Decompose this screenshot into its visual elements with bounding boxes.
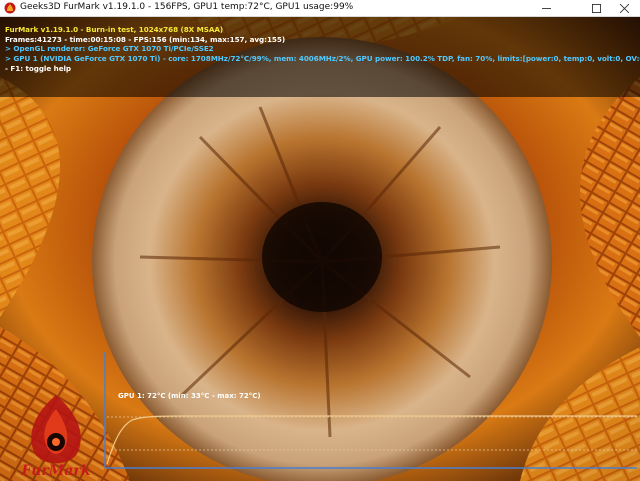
hud-frames-line: Frames:41273 - time:00:15:08 - FPS:156 (…	[5, 35, 286, 44]
svg-text:FurMark: FurMark	[21, 463, 91, 479]
maximize-icon	[591, 4, 601, 13]
window-title: Geeks3D FurMark v1.19.1.0 - 156FPS, GPU1…	[20, 2, 354, 12]
temperature-graph	[104, 352, 637, 469]
furmark-app-icon	[4, 2, 16, 14]
hud-help-line: - F1: toggle help	[5, 64, 72, 73]
temperature-curve	[106, 415, 637, 465]
furmark-window: Geeks3D FurMark v1.19.1.0 - 156FPS, GPU1…	[0, 0, 640, 481]
hud-renderer-line: > OpenGL renderer: GeForce GTX 1070 Ti/P…	[5, 44, 214, 53]
close-button[interactable]	[608, 0, 640, 17]
hud-title-line: FurMark v1.19.1.0 - Burn-in test, 1024x7…	[5, 25, 224, 34]
graph-temp-label: GPU 1: 72°C (min: 33°C - max: 72°C)	[118, 392, 261, 400]
hud-gpu-line: > GPU 1 (NVIDIA GeForce GTX 1070 Ti) - c…	[5, 54, 640, 63]
furmark-logo: FurMark	[21, 395, 91, 479]
minimize-icon	[541, 8, 551, 9]
render-viewport[interactable]: FurMark v1.19.1.0 - Burn-in test, 1024x7…	[0, 17, 640, 481]
minimize-button[interactable]	[530, 0, 562, 17]
title-bar[interactable]: Geeks3D FurMark v1.19.1.0 - 156FPS, GPU1…	[0, 0, 640, 17]
close-icon	[619, 4, 629, 13]
